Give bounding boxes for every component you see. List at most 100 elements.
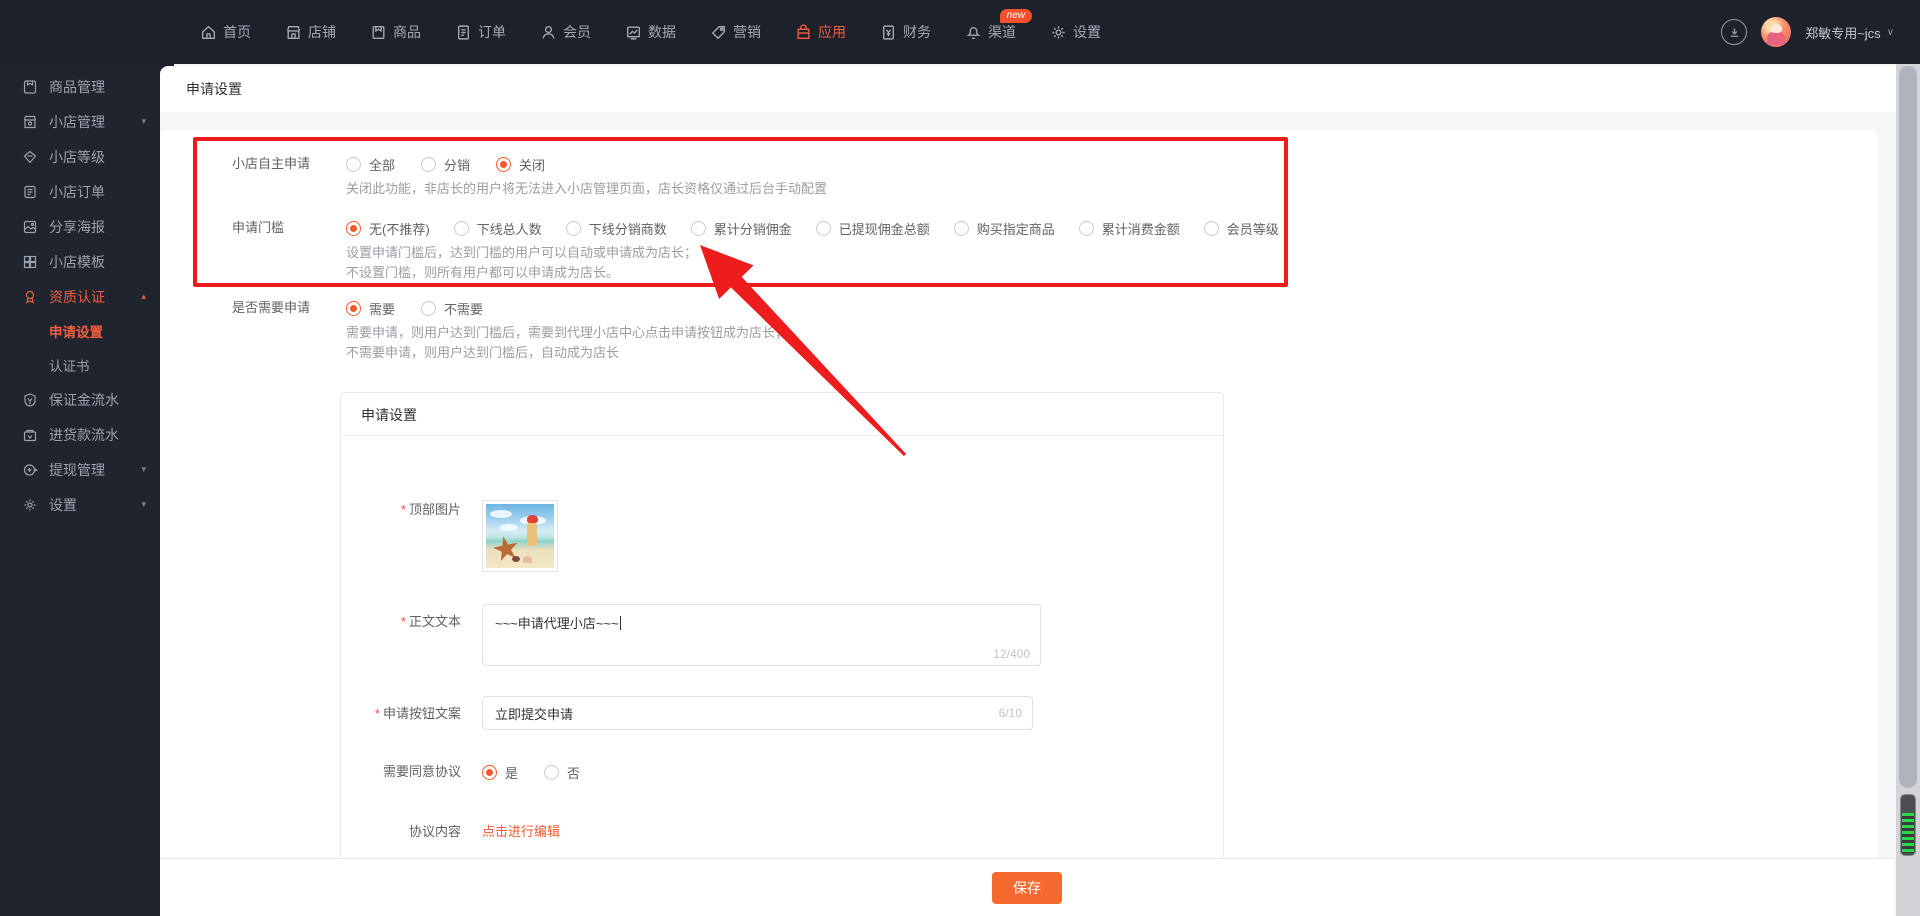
radio-icon (421, 157, 436, 172)
sidebar-item-label: 小店等级 (49, 147, 105, 167)
radio-option[interactable]: 购买指定商品 (954, 219, 1055, 238)
user-menu[interactable]: 郑敏专用~jcs ∨ (1805, 23, 1894, 42)
sidebar-item-shop-template[interactable]: 小店模板 (0, 244, 160, 279)
edit-agreement-link[interactable]: 点击进行编辑 (482, 824, 560, 839)
radio-option[interactable]: 累计分销佣金 (691, 219, 792, 238)
apply-settings-section: 申请设置 *顶部图片 (340, 392, 1224, 857)
radio-icon (691, 221, 706, 236)
nav-label: 订单 (478, 22, 506, 42)
nav-home[interactable]: 首页 (200, 22, 251, 42)
chevron-down-icon: ∨ (1887, 27, 1894, 38)
field-need-agreement: 需要同意协议 是 否 (341, 762, 580, 782)
helper-text: 不设置门槛，则所有用户都可以申请成为店长。 (346, 264, 1858, 282)
sidebar-item-label: 小店模板 (49, 252, 105, 272)
radio-icon (816, 221, 831, 236)
data-icon (625, 24, 642, 41)
radio-option[interactable]: 否 (544, 763, 580, 782)
apps-icon (795, 24, 812, 41)
char-counter: 6/10 (999, 706, 1022, 720)
top-image-thumbnail[interactable] (482, 500, 558, 572)
required-mark: * (401, 614, 406, 629)
sidebar-item-purchase-flow[interactable]: 进货款流水 (0, 417, 160, 452)
form-row-need-apply: 是否需要申请 需要 不需要 需要申请，则用户达到门槛后，需要到代理小店中心点击申… (160, 298, 1858, 362)
nav-store[interactable]: 店铺 (285, 22, 336, 42)
radio-option-selected[interactable]: 关闭 (496, 155, 545, 174)
radio-icon (544, 765, 559, 780)
shop-template-icon (22, 254, 38, 270)
field-button-text: *申请按钮文案 立即提交申请 6/10 (341, 696, 1033, 730)
sidebar-settings-icon (22, 497, 38, 513)
nav-order[interactable]: 订单 (455, 22, 506, 42)
deposit-flow-icon (22, 392, 38, 408)
radio-option[interactable]: 累计消费金额 (1079, 219, 1180, 238)
qualification-icon (22, 289, 38, 305)
sidebar-item-deposit-flow[interactable]: 保证金流水 (0, 382, 160, 417)
main-content: 申请设置 小店自主申请 全部 分销 关闭 关闭此功能，非店长的用户将无法进入小店… (160, 64, 1896, 916)
goods-manage-icon (22, 79, 38, 95)
nav-label: 首页 (223, 22, 251, 42)
topbar: 首页 店铺 商品 订单 会员 数据 营销 应用 (0, 0, 1920, 64)
radio-icon (346, 221, 361, 236)
radio-option[interactable]: 全部 (346, 155, 395, 174)
sidebar-item-label: 小店订单 (49, 182, 105, 202)
radio-option[interactable]: 不需要 (421, 299, 483, 318)
radio-option[interactable]: 分销 (421, 155, 470, 174)
download-icon[interactable] (1721, 19, 1747, 45)
avatar[interactable] (1761, 17, 1791, 47)
helper-text: 不需要申请，则用户达到门槛后，自动成为店长 (346, 344, 1858, 362)
nav-goods[interactable]: 商品 (370, 22, 421, 42)
save-button[interactable]: 保存 (992, 872, 1062, 904)
radio-option[interactable]: 已提现佣金总额 (816, 219, 930, 238)
button-text-input[interactable]: 立即提交申请 6/10 (482, 696, 1033, 730)
sidebar-item-label: 资质认证 (49, 287, 105, 307)
shop-manage-icon (22, 114, 38, 130)
body-text-textarea[interactable]: ~~~申请代理小店~~~ 12/400 (482, 604, 1041, 666)
sidebar-item-share-poster[interactable]: 分享海报 (0, 209, 160, 244)
scrollbar-thumb[interactable] (1899, 66, 1917, 788)
sidebar-item-label: 申请设置 (49, 321, 103, 341)
sidebar-item-label: 认证书 (49, 355, 90, 375)
threshold-radio-group: 无(不推荐) 下线总人数 下线分销商数 累计分销佣金 已提现佣金总额 购买指定商… (346, 219, 1279, 238)
nav-channel[interactable]: 渠道 new (965, 22, 1016, 42)
radio-icon (346, 301, 361, 316)
radio-option[interactable]: 下线总人数 (454, 219, 542, 238)
radio-option-selected[interactable]: 无(不推荐) (346, 219, 430, 238)
sidebar-item-withdraw-manage[interactable]: 提现管理 ▾ (0, 452, 160, 487)
scrollbar (1896, 64, 1920, 916)
sidebar-item-shop-orders[interactable]: 小店订单 (0, 174, 160, 209)
nav-finance[interactable]: 财务 (880, 22, 931, 42)
sidebar-item-label: 分享海报 (49, 217, 105, 237)
radio-icon (566, 221, 581, 236)
sidebar-item-label: 小店管理 (49, 112, 105, 132)
radio-option[interactable]: 下线分销商数 (566, 219, 667, 238)
goods-icon (370, 24, 387, 41)
nav-apps[interactable]: 应用 (795, 22, 846, 42)
nav-data[interactable]: 数据 (625, 22, 676, 42)
sidebar-subitem-certificate[interactable]: 认证书 (0, 348, 160, 382)
radio-option-selected[interactable]: 需要 (346, 299, 395, 318)
nav-member[interactable]: 会员 (540, 22, 591, 42)
store-icon (285, 24, 302, 41)
sidebar-item-shop-manage[interactable]: 小店管理 ▾ (0, 104, 160, 139)
radio-option[interactable]: 会员等级 (1204, 219, 1279, 238)
beach-image (486, 504, 554, 568)
radio-option-selected[interactable]: 是 (482, 763, 518, 782)
chevron-down-icon: ▾ (141, 116, 146, 127)
sidebar-item-qualification[interactable]: 资质认证 ▴ (0, 279, 160, 314)
field-label: 申请门槛 (232, 218, 346, 238)
nav-marketing[interactable]: 营销 (710, 22, 761, 42)
page-title: 申请设置 (160, 79, 242, 99)
field-label: 是否需要申请 (232, 298, 346, 318)
sidebar-item-shop-level[interactable]: 小店等级 (0, 139, 160, 174)
sidebar-item-goods-manage[interactable]: 商品管理 (0, 69, 160, 104)
radio-icon (346, 157, 361, 172)
nav-settings[interactable]: 设置 (1050, 22, 1101, 42)
form-row-threshold: 申请门槛 无(不推荐) 下线总人数 下线分销商数 累计分销佣金 已提现佣金总额 … (160, 218, 1858, 282)
button-text-value: 立即提交申请 (495, 704, 573, 723)
helper-text: 需要申请，则用户达到门槛后，需要到代理小店中心点击申请按钮成为店长； (346, 324, 1858, 342)
field-top-image: *顶部图片 (341, 500, 558, 572)
nav-label: 营销 (733, 22, 761, 42)
form-row-self-apply: 小店自主申请 全部 分销 关闭 关闭此功能，非店长的用户将无法进入小店管理页面，… (160, 154, 1858, 198)
sidebar-item-settings[interactable]: 设置 ▾ (0, 487, 160, 522)
sidebar-subitem-apply-settings[interactable]: 申请设置 (0, 314, 160, 348)
